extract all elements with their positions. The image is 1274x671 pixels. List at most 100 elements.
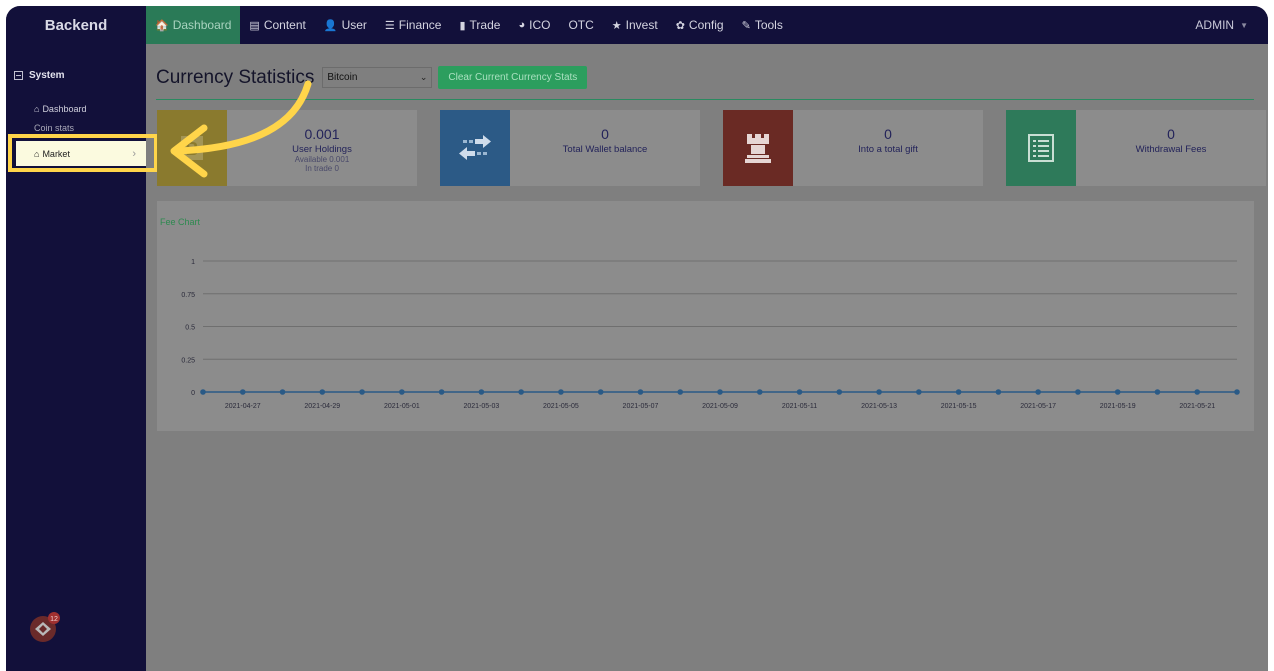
- stat-card-body: 0.001 User Holdings Available 0.001 In t…: [227, 110, 417, 186]
- nav-item-label: Dashboard: [172, 18, 232, 32]
- highlight-box: [8, 134, 158, 172]
- data-point[interactable]: [836, 389, 843, 395]
- x-tick-label: 2021-05-13: [861, 403, 897, 410]
- data-point[interactable]: [916, 389, 922, 395]
- nav-item-label: Config: [688, 18, 724, 32]
- top-navbar: Backend 🏠 Dashboard ▤ Content 👤 User ☰ Finance ▮…: [6, 6, 1268, 44]
- sidebar-section-system[interactable]: System: [14, 70, 65, 81]
- data-point[interactable]: [717, 389, 723, 395]
- nav-item-tools[interactable]: ✎ Tools: [733, 6, 792, 44]
- nav-item-label: User: [341, 18, 367, 32]
- data-point[interactable]: [756, 389, 763, 395]
- sidebar-section-label: System: [29, 70, 65, 81]
- nav-item-content[interactable]: ▤ Content: [240, 6, 314, 44]
- y-tick-label: 0.75: [181, 292, 195, 299]
- x-tick-label: 2021-05-03: [463, 403, 499, 410]
- data-point[interactable]: [597, 389, 604, 395]
- data-point[interactable]: [1154, 389, 1161, 395]
- data-point[interactable]: [279, 389, 286, 395]
- admin-menu[interactable]: ADMIN ▼: [1195, 6, 1248, 44]
- divider: [156, 99, 1254, 100]
- stat-in-trade: In trade 0: [305, 164, 339, 173]
- sidebar-item-label: Dashboard: [42, 104, 87, 114]
- stat-card-body: 0 Withdrawal Fees: [1076, 110, 1266, 186]
- data-point[interactable]: [1035, 389, 1041, 395]
- stat-card-user-holdings: B 0.001 User Holdings Available 0.001 In…: [157, 110, 417, 186]
- nav-item-invest[interactable]: ★ Invest: [603, 6, 667, 44]
- bar-chart-icon: ▮: [459, 19, 466, 32]
- stat-label: Into a total gift: [858, 144, 918, 155]
- home-icon: ⌂: [34, 104, 40, 114]
- data-point[interactable]: [438, 389, 445, 395]
- x-tick-label: 2021-05-09: [702, 403, 738, 410]
- star-icon: ★: [611, 19, 622, 32]
- bitcoin-icon: B: [157, 110, 227, 186]
- app-logo-icon: 12: [30, 612, 60, 642]
- data-point[interactable]: [796, 389, 803, 395]
- fee-chart-panel: Fee Chart 0 0.25 0.5 0.75 1 2021-04-27 2021-04…: [157, 201, 1254, 431]
- nav-item-dashboard[interactable]: 🏠 Dashboard: [146, 6, 241, 44]
- data-point[interactable]: [558, 389, 564, 395]
- sidebar-item-coin-stats[interactable]: Coin stats: [34, 123, 74, 131]
- user-icon: 👤: [323, 19, 338, 32]
- data-point[interactable]: [1234, 389, 1240, 395]
- data-point[interactable]: [1114, 389, 1121, 395]
- x-tick-label: 2021-05-11: [782, 403, 817, 410]
- collapse-icon: [14, 71, 23, 80]
- data-point[interactable]: [478, 389, 485, 395]
- nav-item-config[interactable]: ✿ Config: [667, 6, 733, 44]
- stat-available: Available 0.001: [294, 155, 350, 164]
- home-icon: 🏠: [155, 19, 169, 32]
- data-point[interactable]: [399, 389, 405, 395]
- x-tick-label: 2021-05-05: [543, 403, 579, 410]
- y-tick-label: 0.25: [181, 357, 195, 364]
- tower-icon: [723, 110, 793, 186]
- stat-label: Withdrawal Fees: [1135, 144, 1207, 155]
- nav-item-label: Invest: [625, 18, 658, 32]
- clear-stats-button[interactable]: Clear Current Currency Stats: [438, 66, 588, 89]
- nav-item-otc[interactable]: OTC: [559, 6, 602, 44]
- data-point[interactable]: [955, 389, 962, 395]
- svg-text:B: B: [186, 139, 199, 159]
- nav-item-finance[interactable]: ☰ Finance: [376, 6, 451, 44]
- sidebar-item-label: Coin stats: [34, 123, 75, 131]
- sidebar-item-dashboard[interactable]: ⌂ Dashboard: [34, 104, 86, 114]
- data-point[interactable]: [319, 389, 326, 395]
- nav-item-user[interactable]: 👤 User: [315, 6, 376, 44]
- title-row: Currency Statistics Bitcoin ⌄ Clear Curr…: [156, 66, 588, 89]
- stat-value: 0: [601, 126, 609, 142]
- data-point[interactable]: [359, 389, 365, 395]
- x-tick-label: 2021-05-15: [941, 403, 977, 410]
- nav-item-label: Finance: [398, 18, 442, 32]
- currency-select[interactable]: Bitcoin ⌄: [322, 67, 433, 88]
- y-tick-label: 0.5: [185, 325, 195, 332]
- stat-label: User Holdings: [292, 144, 352, 155]
- main-nav: 🏠 Dashboard ▤ Content 👤 User ☰ Finance ▮ Trade ◕ IC…: [146, 6, 792, 44]
- gear-icon: ✿: [675, 19, 685, 32]
- stat-value: 0.001: [304, 126, 340, 142]
- data-point[interactable]: [1194, 389, 1201, 395]
- data-point[interactable]: [518, 389, 524, 395]
- nav-item-trade[interactable]: ▮ Trade: [450, 6, 509, 44]
- stat-value: 0: [1167, 126, 1175, 142]
- data-point[interactable]: [637, 389, 644, 395]
- nav-item-ico[interactable]: ◕ ICO: [509, 6, 559, 44]
- data-point[interactable]: [200, 389, 206, 395]
- data-point[interactable]: [995, 389, 1002, 395]
- data-point[interactable]: [677, 389, 684, 395]
- data-point[interactable]: [876, 389, 882, 395]
- nav-item-label: OTC: [568, 18, 594, 32]
- stat-card-total-gift: 0 Into a total gift: [723, 110, 983, 186]
- globe-icon: ◕: [518, 19, 526, 31]
- admin-label: ADMIN: [1195, 18, 1235, 32]
- data-point[interactable]: [239, 389, 246, 395]
- stat-card-wallet-balance: 0 Total Wallet balance: [440, 110, 700, 186]
- stat-card-withdrawal-fees: 0 Withdrawal Fees: [1006, 110, 1266, 186]
- svg-text:12: 12: [50, 616, 58, 623]
- data-point[interactable]: [1075, 389, 1081, 395]
- caret-down-icon: ▼: [1240, 20, 1248, 30]
- brand-logo-text[interactable]: Backend: [6, 6, 146, 44]
- nav-item-label: Content: [263, 18, 306, 32]
- x-tick-label: 2021-04-27: [225, 403, 261, 410]
- x-tick-label: 2021-04-29: [304, 403, 340, 410]
